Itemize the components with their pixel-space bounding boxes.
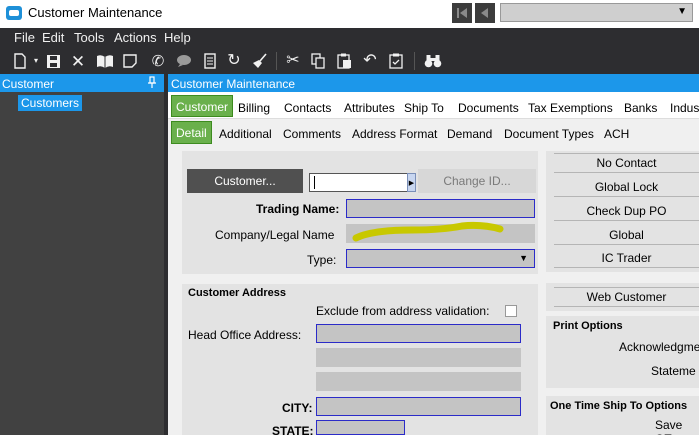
comment-icon[interactable] [174, 51, 194, 71]
first-record-button[interactable] [452, 3, 472, 23]
subtab-detail[interactable]: Detail [171, 121, 212, 144]
cut-icon[interactable]: ✂ [283, 51, 303, 71]
customer-id-input[interactable] [309, 173, 409, 192]
address-line-3-input[interactable] [316, 372, 521, 391]
trading-name-label: Trading Name: [256, 202, 340, 216]
global-lock-button[interactable]: Global Lock [554, 178, 699, 197]
left-pane-title: Customer [2, 77, 55, 91]
city-label: CITY: [282, 401, 313, 415]
broom-icon[interactable] [250, 51, 270, 71]
global-button[interactable]: Global [554, 226, 699, 245]
tab-customer[interactable]: Customer [171, 95, 234, 117]
menu-edit[interactable]: Edit [42, 30, 64, 45]
subtab-document-types[interactable]: Document Types [504, 127, 594, 141]
web-customer-button[interactable]: Web Customer [554, 288, 699, 307]
note-icon[interactable] [120, 51, 140, 71]
highlighter-mark [352, 221, 504, 242]
window-title: Customer Maintenance [28, 5, 163, 20]
type-label: Type: [307, 253, 337, 267]
exclude-validation-label: Exclude from address validation: [316, 304, 490, 318]
print-option-statement[interactable]: Stateme [651, 364, 696, 378]
customer-lookup-button[interactable]: Customer... [187, 169, 303, 193]
menu-bar: File Edit Tools Actions Help [0, 28, 699, 48]
head-office-address-label: Head Office Address: [188, 328, 302, 342]
app-icon [6, 6, 22, 20]
subtab-comments[interactable]: Comments [283, 127, 341, 141]
save-icon[interactable] [43, 51, 63, 71]
tree-item-customers[interactable]: Customers [18, 95, 83, 111]
document-icon[interactable] [200, 51, 220, 71]
first-record-icon [457, 8, 467, 18]
refresh-icon[interactable]: ↻ [224, 51, 244, 71]
state-label: STATE: [272, 424, 314, 435]
binoculars-icon[interactable] [423, 51, 443, 71]
customer-id-arrow-button[interactable]: ▶ [407, 173, 416, 192]
menu-tools[interactable]: Tools [74, 30, 104, 45]
menu-file[interactable]: File [14, 30, 35, 45]
type-dropdown[interactable]: ▼ [346, 249, 535, 268]
tab-attributes[interactable]: Attributes [344, 101, 395, 115]
undo-icon[interactable]: ↶ [360, 51, 380, 71]
subtab-additional[interactable]: Additional [219, 127, 272, 141]
chevron-down-icon: ▼ [677, 6, 687, 17]
menu-actions[interactable]: Actions [114, 30, 157, 45]
delete-icon[interactable]: ✕ [68, 51, 88, 71]
change-id-button[interactable]: Change ID... [418, 169, 536, 193]
address-line-2-input[interactable] [316, 348, 521, 367]
toolbar-separator [276, 52, 277, 70]
company-legal-name-label: Company/Legal Name [215, 228, 335, 242]
check-dup-po-button[interactable]: Check Dup PO [554, 202, 699, 221]
customer-address-title: Customer Address [188, 287, 287, 299]
main-pane-title: Customer Maintenance [171, 77, 296, 91]
subtab-address-format[interactable]: Address Format [352, 127, 437, 141]
chevron-down-icon: ▼ [519, 253, 528, 263]
left-pane [0, 74, 164, 435]
previous-record-button[interactable] [475, 3, 495, 23]
text-caret [314, 176, 315, 189]
tab-ship-to[interactable]: Ship To [404, 101, 444, 115]
copy-icon[interactable] [308, 51, 328, 71]
exclude-validation-checkbox[interactable] [505, 305, 517, 317]
subtab-demand[interactable]: Demand [447, 127, 492, 141]
phone-icon[interactable]: ✆ [148, 51, 168, 71]
tab-industry[interactable]: Indus [670, 101, 699, 115]
tab-contacts[interactable]: Contacts [284, 101, 331, 115]
tab-banks[interactable]: Banks [624, 101, 657, 115]
book-icon[interactable] [95, 51, 115, 71]
tab-billing[interactable]: Billing [238, 101, 270, 115]
print-options-title: Print Options [553, 320, 623, 332]
no-contact-button[interactable]: No Contact [554, 154, 699, 173]
one-time-ship-title: One Time Ship To Options [550, 400, 688, 412]
previous-record-icon [481, 8, 488, 18]
address-line-1-input[interactable] [316, 324, 521, 343]
tab-tax-exemptions[interactable]: Tax Exemptions [528, 101, 613, 115]
toolbar: ▾ ✕ ✆ ↻ ✂ ↶ [0, 48, 699, 74]
tab-documents[interactable]: Documents [458, 101, 519, 115]
ic-trader-button[interactable]: IC Trader [554, 249, 699, 268]
toolbar-separator [414, 52, 415, 70]
menu-help[interactable]: Help [164, 30, 191, 45]
save-one-time-option[interactable]: Save OT [655, 418, 699, 435]
clipboard-icon[interactable] [386, 51, 406, 71]
paste-icon[interactable] [334, 51, 354, 71]
pin-icon[interactable] [147, 76, 157, 91]
city-input[interactable] [316, 397, 521, 416]
state-input[interactable] [316, 420, 405, 435]
chevron-right-icon: ▶ [408, 179, 415, 187]
record-select[interactable]: ▼ [500, 3, 693, 22]
print-option-acknowledgment[interactable]: Acknowledgme [619, 340, 699, 354]
subtab-ach[interactable]: ACH [604, 127, 629, 141]
